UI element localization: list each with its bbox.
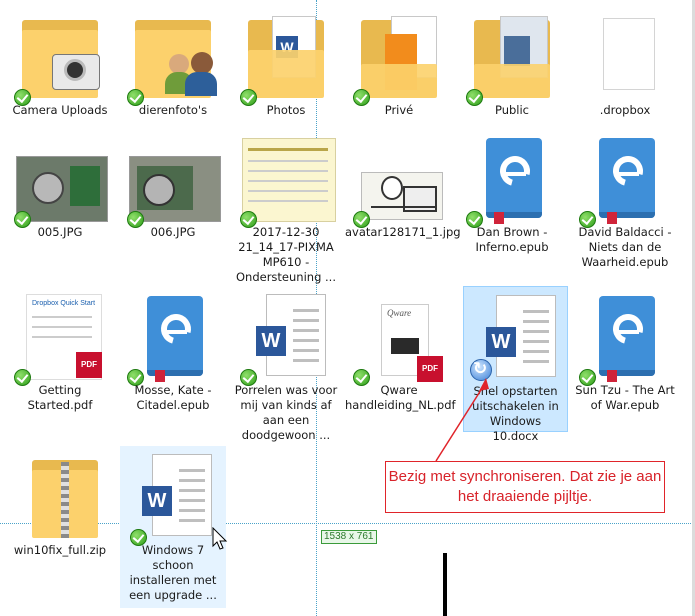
dimension-readout: 1538 x 761	[321, 530, 377, 544]
annotation-arrow	[435, 378, 489, 462]
text-cursor-bar	[443, 553, 447, 616]
annotation-callout: Bezig met synchroniseren. Dat zie je aan…	[385, 461, 665, 513]
mouse-pointer-icon	[212, 527, 228, 550]
